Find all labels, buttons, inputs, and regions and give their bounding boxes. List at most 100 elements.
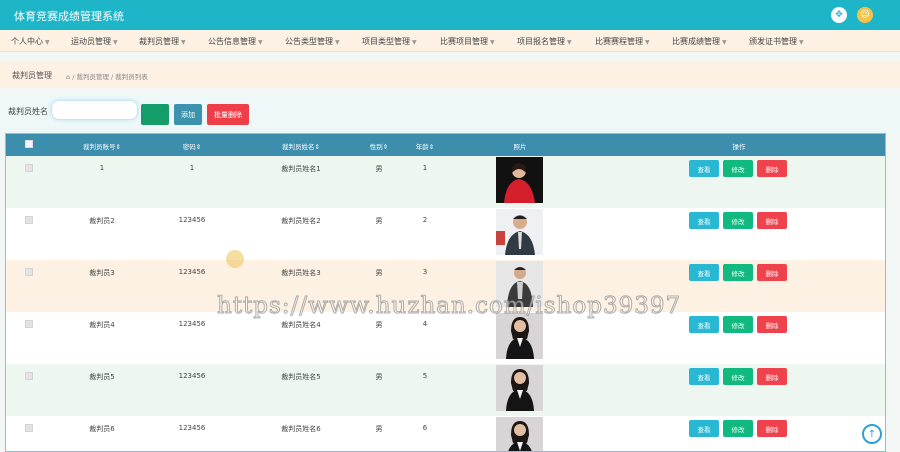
cell-password: 123456 <box>178 424 206 432</box>
chevron-down-icon: ▼ <box>45 39 50 46</box>
edit-button[interactable]: 修改 <box>723 212 753 229</box>
main-nav: 个人中心 ▼ 运动员管理 ▼ 裁判员管理 ▼ 公告信息管理 ▼ 公告类型管理 ▼ 项目类型… <box>0 30 900 52</box>
delete-button[interactable]: 删除 <box>757 316 787 333</box>
header-gender[interactable]: 性别⇕ <box>370 141 388 151</box>
cell-gender: 男 <box>375 321 383 329</box>
cursor-highlight <box>226 250 244 268</box>
edit-button[interactable]: 修改 <box>723 264 753 281</box>
cell-gender: 男 <box>375 425 383 433</box>
chevron-down-icon: ▼ <box>181 39 186 46</box>
view-button[interactable]: 查看 <box>689 316 719 333</box>
row-checkbox[interactable] <box>25 164 33 172</box>
row-checkbox[interactable] <box>25 372 33 380</box>
chevron-down-icon: ▼ <box>335 39 340 46</box>
row-checkbox[interactable] <box>25 320 33 328</box>
cell-name: 裁判员姓名5 <box>281 373 321 381</box>
nav-item-schedule[interactable]: 比赛赛程管理 ▼ <box>595 36 650 47</box>
table-row: 裁判员6 123456 裁判员姓名6 男 6 查看 修改 删除 <box>6 416 885 451</box>
user-avatar-icon[interactable]: ☺ <box>857 7 873 23</box>
referee-photo <box>496 209 543 255</box>
row-checkbox[interactable] <box>25 268 33 276</box>
edit-button[interactable]: 修改 <box>723 316 753 333</box>
cell-name: 裁判员姓名3 <box>281 269 321 277</box>
delete-button[interactable]: 删除 <box>757 420 787 437</box>
cell-gender: 男 <box>375 165 383 173</box>
cell-account: 裁判员6 <box>89 425 115 433</box>
delete-button[interactable]: 删除 <box>757 368 787 385</box>
cell-password: 123456 <box>178 320 206 328</box>
table-header: 裁判员账号⇕ 密码⇕ 裁判员姓名⇕ 性别⇕ 年龄⇕ 照片 操作 <box>6 134 885 156</box>
delete-button[interactable]: 删除 <box>757 264 787 281</box>
back-to-top-button[interactable]: ↑ <box>862 424 882 444</box>
referee-name-search-input[interactable] <box>51 100 138 120</box>
arrow-up-icon: ↑ <box>867 428 877 440</box>
watermark: https://www.huzhan.com/ishop39397 <box>216 293 682 320</box>
view-button[interactable]: 查看 <box>689 264 719 281</box>
view-button[interactable]: 查看 <box>689 160 719 177</box>
row-checkbox[interactable] <box>25 216 33 224</box>
top-bar: 体育竞赛成绩管理系统 ✥ ☺ <box>0 0 900 30</box>
nav-item-events[interactable]: 比赛项目管理 ▼ <box>440 36 495 47</box>
table-row: 裁判员4 123456 裁判员姓名4 男 4 查看 修改 删除 <box>6 312 885 364</box>
cell-gender: 男 <box>375 373 383 381</box>
fullscreen-icon[interactable]: ✥ <box>831 7 847 23</box>
cell-account: 1 <box>99 164 105 172</box>
cell-password: 123456 <box>178 268 206 276</box>
cell-account: 裁判员5 <box>89 373 115 381</box>
header-age[interactable]: 年龄⇕ <box>416 141 434 151</box>
cell-age: 2 <box>422 216 428 224</box>
delete-button[interactable]: 删除 <box>757 212 787 229</box>
nav-item-results[interactable]: 比赛成绩管理 ▼ <box>672 36 727 47</box>
cell-name: 裁判员姓名1 <box>281 165 321 173</box>
chevron-down-icon: ▼ <box>490 39 495 46</box>
edit-button[interactable]: 修改 <box>723 368 753 385</box>
delete-button[interactable]: 删除 <box>757 160 787 177</box>
cell-gender: 男 <box>375 217 383 225</box>
edit-button[interactable]: 修改 <box>723 420 753 437</box>
search-label: 裁判员姓名 <box>8 107 48 116</box>
nav-item-athletes[interactable]: 运动员管理 ▼ <box>71 36 118 47</box>
breadcrumb-path[interactable]: ⌂ / 裁判员管理 / 裁判员列表 <box>66 71 148 81</box>
app-title: 体育竞赛成绩管理系统 <box>14 10 124 23</box>
row-checkbox[interactable] <box>25 424 33 432</box>
nav-item-event-types[interactable]: 项目类型管理 ▼ <box>362 36 417 47</box>
nav-item-personal[interactable]: 个人中心 ▼ <box>11 36 50 47</box>
header-password[interactable]: 密码⇕ <box>183 141 201 151</box>
cell-password: 123456 <box>178 372 206 380</box>
referee-photo <box>496 417 543 451</box>
cell-age: 3 <box>422 268 428 276</box>
chevron-down-icon: ▼ <box>645 39 650 46</box>
chevron-down-icon: ▼ <box>722 39 727 46</box>
view-button[interactable]: 查看 <box>689 368 719 385</box>
header-name[interactable]: 裁判员姓名⇕ <box>282 141 320 151</box>
add-button[interactable]: 添加 <box>174 104 202 125</box>
view-button[interactable]: 查看 <box>689 212 719 229</box>
header-account[interactable]: 裁判员账号⇕ <box>83 141 121 151</box>
edit-button[interactable]: 修改 <box>723 160 753 177</box>
search-button[interactable]: 查询 <box>141 104 169 125</box>
header-actions: 操作 <box>732 143 746 151</box>
nav-item-notices[interactable]: 公告信息管理 ▼ <box>208 36 263 47</box>
cell-password: 1 <box>189 164 195 172</box>
nav-item-notice-types[interactable]: 公告类型管理 ▼ <box>285 36 340 47</box>
chevron-down-icon: ▼ <box>567 39 572 46</box>
header-photo: 照片 <box>513 143 527 151</box>
nav-item-referees[interactable]: 裁判员管理 ▼ <box>139 36 186 47</box>
cell-account: 裁判员4 <box>89 321 115 329</box>
view-button[interactable]: 查看 <box>689 420 719 437</box>
cell-age: 4 <box>422 320 428 328</box>
cell-account: 裁判员2 <box>89 217 115 225</box>
cell-name: 裁判员姓名2 <box>281 217 321 225</box>
cell-password: 123456 <box>178 216 206 224</box>
referee-photo <box>496 313 543 359</box>
chevron-down-icon: ▼ <box>412 39 417 46</box>
cell-name: 裁判员姓名4 <box>281 321 321 329</box>
cell-account: 裁判员3 <box>89 269 115 277</box>
nav-item-registrations[interactable]: 项目报名管理 ▼ <box>517 36 572 47</box>
cell-name: 裁判员姓名6 <box>281 425 321 433</box>
batch-delete-button[interactable]: 批量删除 <box>207 104 249 125</box>
table-row: 裁判员5 123456 裁判员姓名5 男 5 查看 修改 删除 <box>6 364 885 416</box>
table-row: 裁判员2 123456 裁判员姓名2 男 2 查看 修改 删除 <box>6 208 885 260</box>
nav-item-certificates[interactable]: 颁发证书管理 ▼ <box>749 36 804 47</box>
select-all-checkbox[interactable] <box>25 140 33 148</box>
